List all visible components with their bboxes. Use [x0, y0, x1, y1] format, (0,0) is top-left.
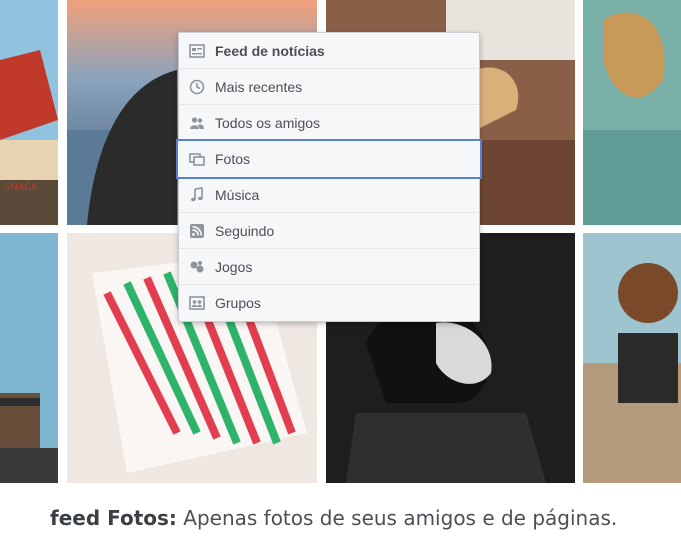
menu-item-label: Seguindo [215, 222, 275, 239]
caption: feed Fotos: Apenas fotos de seus amigos … [50, 506, 617, 530]
menu-item-most-recent[interactable]: Mais recentes [179, 69, 479, 105]
menu-item-groups[interactable]: Grupos [179, 285, 479, 321]
menu-item-label: Grupos [215, 295, 261, 311]
photo-tile-tower[interactable] [0, 233, 58, 483]
menu-item-music[interactable]: Música [179, 177, 479, 213]
photo-tile-sign[interactable]: SNACK [0, 0, 58, 225]
music-note-icon [189, 186, 205, 203]
caption-text: Apenas fotos de seus amigos e de páginas… [176, 506, 618, 530]
groups-icon [189, 295, 205, 311]
rss-icon [189, 223, 205, 239]
news-feed-icon [189, 43, 205, 59]
photo-tile-boy[interactable] [583, 233, 681, 483]
friends-icon [189, 115, 205, 131]
menu-item-label: Música [215, 186, 260, 203]
clock-icon [189, 79, 205, 95]
svg-text:SNACK: SNACK [4, 182, 38, 193]
photo-tile-dog[interactable] [583, 0, 681, 225]
menu-item-news-feed[interactable]: Feed de notícias [179, 33, 479, 69]
news-feed-dropdown: Feed de notícias Mais recentes Todos os … [176, 32, 482, 322]
menu-item-label: Feed de notícias [215, 42, 325, 59]
gamepad-icon [189, 259, 205, 275]
menu-item-following[interactable]: Seguindo [179, 213, 479, 249]
menu-item-label: Fotos [215, 150, 251, 167]
menu-item-all-friends[interactable]: Todos os amigos [179, 105, 479, 141]
menu-item-label: Mais recentes [215, 78, 303, 95]
menu-item-photos[interactable]: Fotos [176, 139, 482, 179]
menu-item-label: Jogos [215, 258, 253, 275]
photos-icon [189, 151, 205, 167]
caption-bold: feed Fotos: [50, 506, 177, 530]
menu-item-label: Todos os amigos [215, 114, 321, 131]
menu-item-games[interactable]: Jogos [179, 249, 479, 285]
